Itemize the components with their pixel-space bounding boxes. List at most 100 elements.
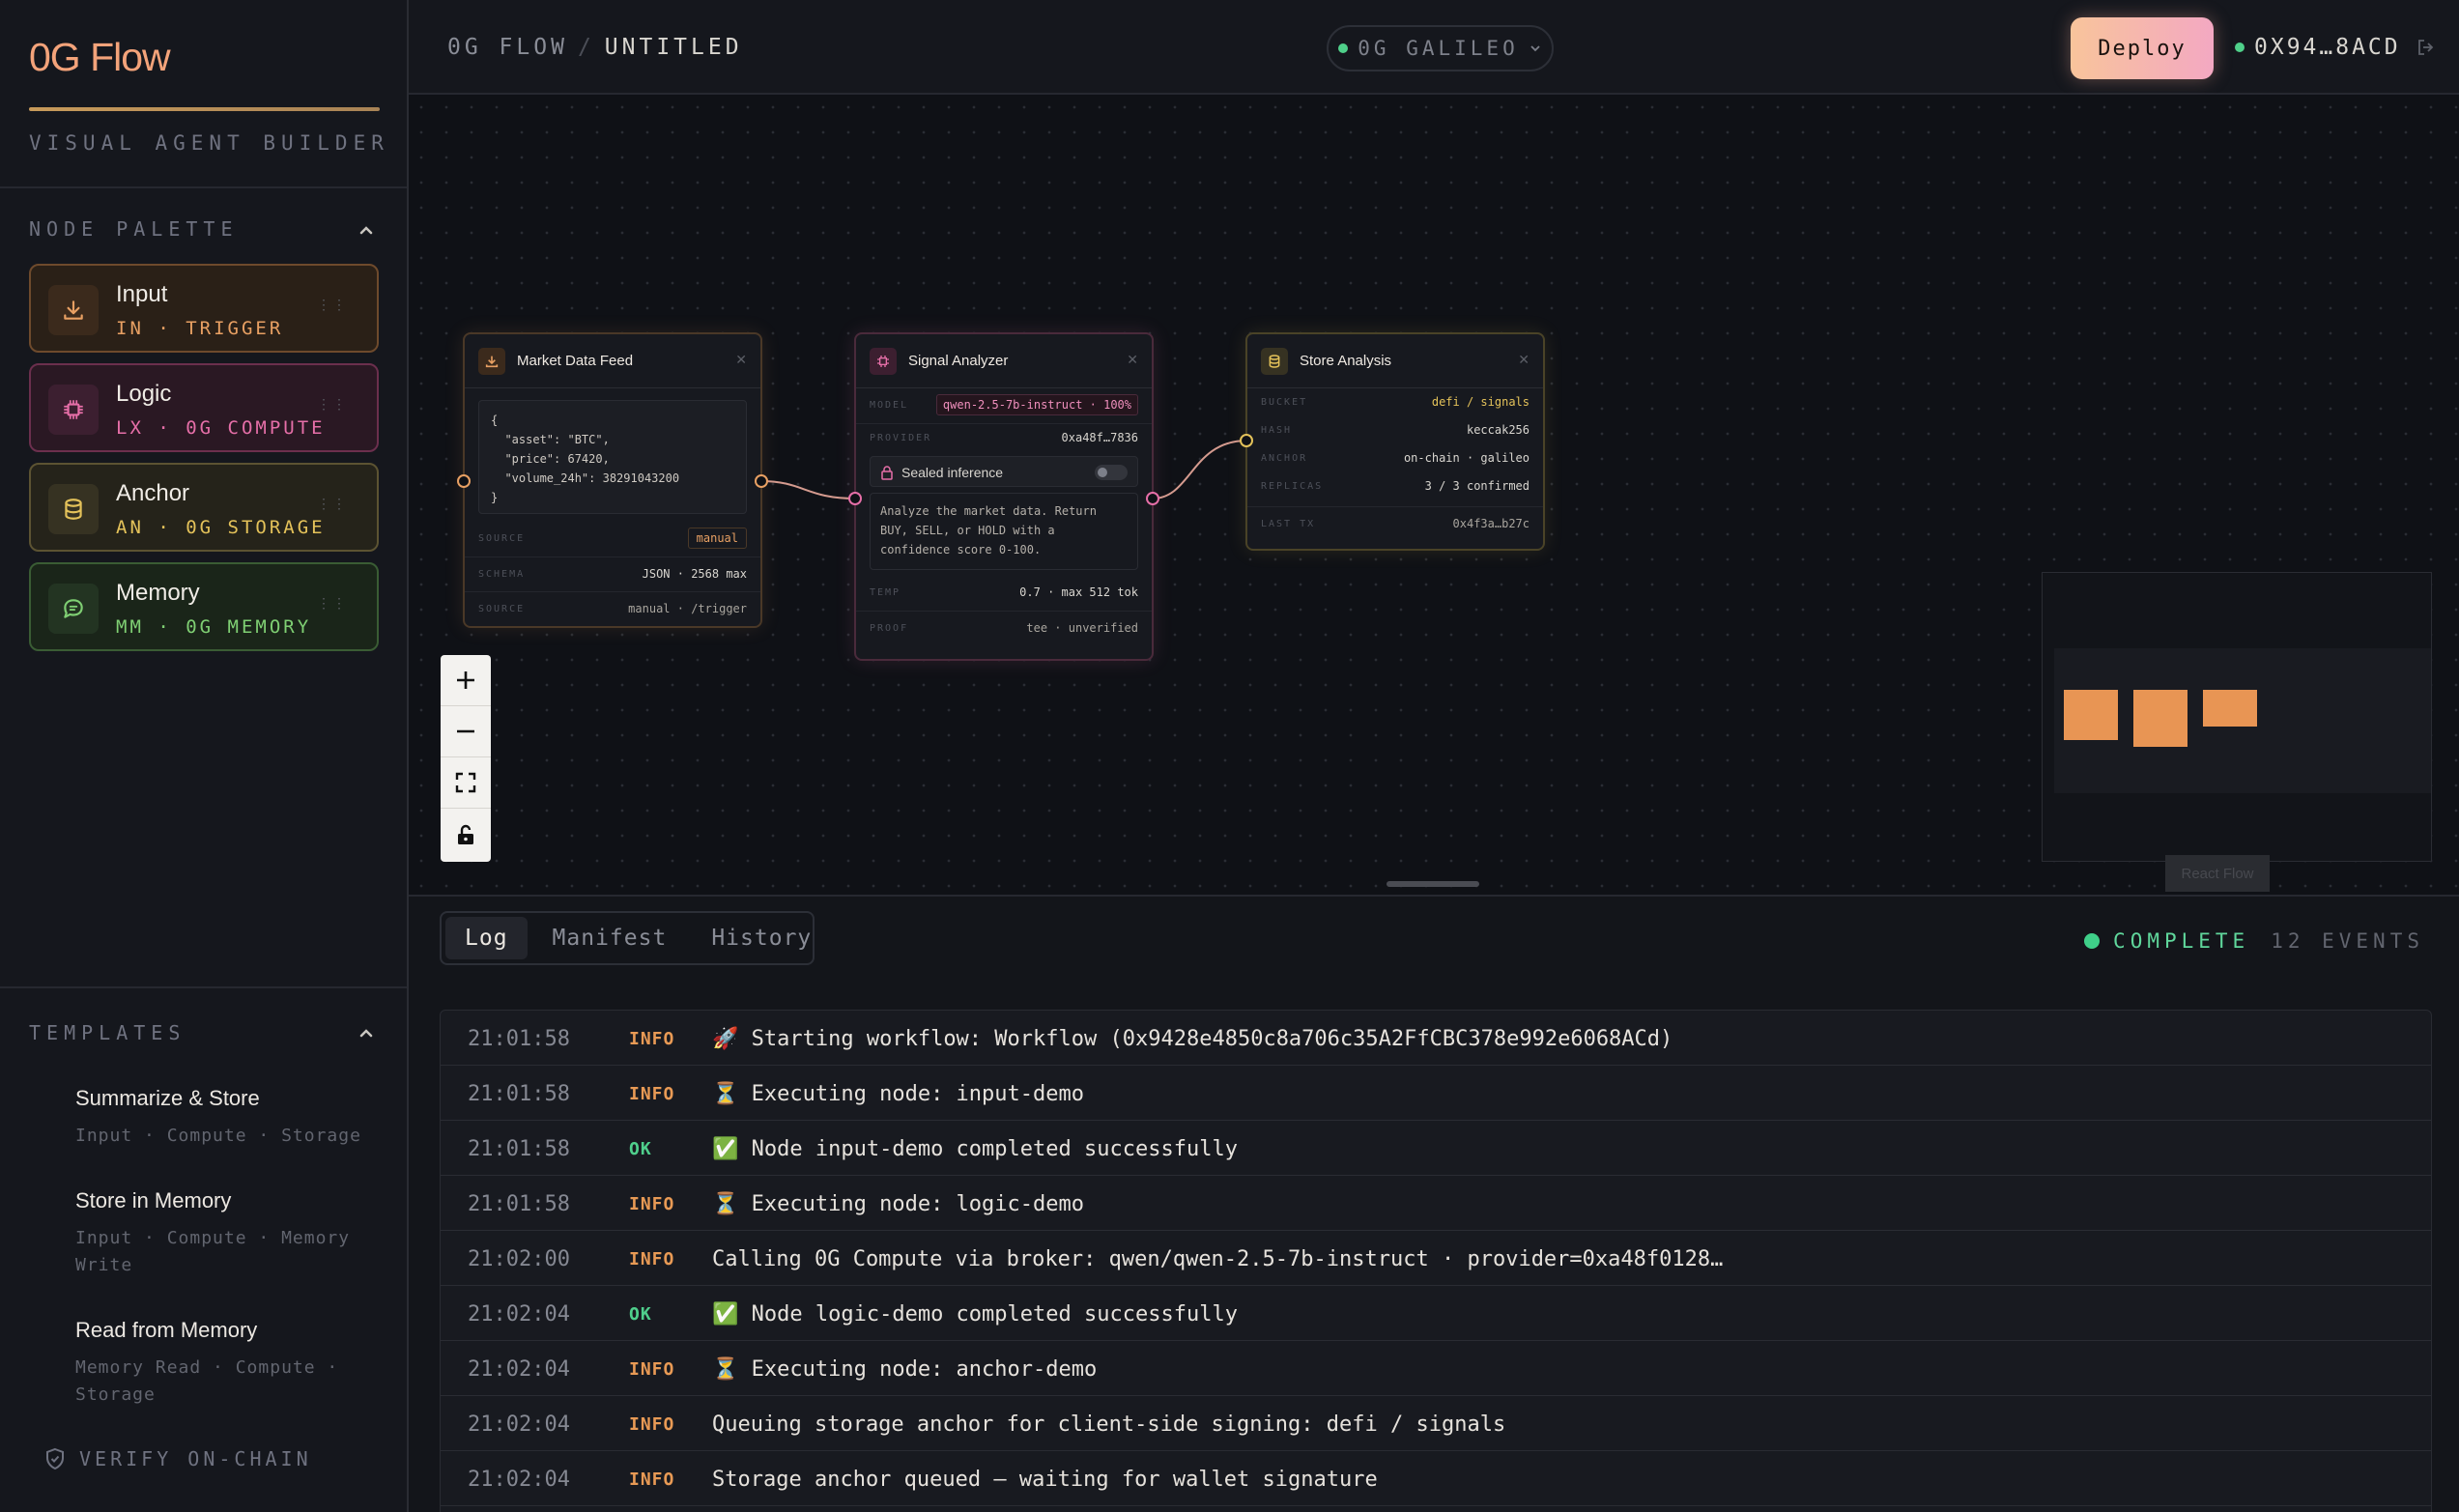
log-row: 21:02:04 INFO Storage anchor queued — wait… [441,1451,2431,1506]
breadcrumb-root[interactable]: 0G FLOW [447,35,568,60]
node-header: Store Analysis ✕ [1247,334,1543,388]
template-subtitle: Memory Read · Compute · Storage [75,1357,339,1405]
replicas-label: REPLICAS [1261,481,1324,492]
brand-logo[interactable]: 0G Flow [29,35,171,80]
lock-button[interactable] [441,809,491,860]
log-message: ✅ Node input-demo completed successfully [712,1137,1238,1161]
chevron-up-icon[interactable] [357,1023,376,1042]
node-store-analysis[interactable]: Store Analysis ✕ BUCKET defi / signals H… [1240,332,1545,551]
node-header: Signal Analyzer ✕ [856,334,1152,388]
log-message: Queuing storage anchor for client-side s… [712,1412,1506,1437]
zoom-controls [441,655,491,862]
close-icon[interactable]: ✕ [735,352,747,368]
log-message: 🚀 Starting workflow: Workflow (0x9428e48… [712,1027,1673,1051]
fit-view-button[interactable] [441,757,491,809]
palette-item-input[interactable]: Input IN · TRIGGER ⋮⋮ [29,264,379,353]
minimap[interactable] [2042,572,2432,862]
json-line: "asset": "BTC", [491,433,610,446]
tab-log[interactable]: Log [445,917,528,959]
palette-item-logic[interactable]: Logic LX · 0G COMPUTE ⋮⋮ [29,363,379,452]
tab-manifest[interactable]: Manifest [533,917,687,959]
palette-item-memory[interactable]: Memory MM · 0G MEMORY ⋮⋮ [29,562,379,651]
input-handle[interactable] [1240,434,1253,447]
tab-history[interactable]: History [692,917,831,959]
palette-item-title: Memory [116,580,200,606]
node-signal-analyzer[interactable]: Signal Analyzer ✕ MODEL qwen-2.5-7b-inst… [848,332,1159,661]
minus-icon [457,729,474,733]
palette-item-title: Anchor [116,480,190,506]
bucket-row: BUCKET defi / signals [1247,388,1543,416]
palette-item-subtitle: LX · 0G COMPUTE [116,417,326,439]
replicas-row: REPLICAS 3 / 3 confirmed [1247,472,1543,500]
log-row: 21:02:04 OK ✅ Node logic-demo completed su… [441,1286,2431,1341]
status-dot [2084,933,2101,949]
output-handle[interactable] [1146,492,1159,505]
temp-row: TEMP 0.7 · max 512 tok [856,576,1152,611]
proof-value: tee · unverified [1026,621,1138,635]
log-row: 21:01:58 INFO ⏳ Executing node: input-demo [441,1066,2431,1121]
log-level: OK [629,1304,652,1325]
flow-canvas[interactable]: Market Data Feed ✕ { "asset": "BTC", "pr… [409,95,2459,895]
input-handle[interactable] [457,474,471,488]
palette-item-anchor[interactable]: Anchor AN · 0G STORAGE ⋮⋮ [29,463,379,552]
breadcrumb-current[interactable]: UNTITLED [605,35,743,60]
log-time: 21:02:04 [468,1302,570,1327]
input-handle[interactable] [848,492,862,505]
last-tx-value[interactable]: 0x4f3a…b27c [1453,517,1530,530]
source-badge[interactable]: manual [687,528,747,549]
node-market-data-feed[interactable]: Market Data Feed ✕ { "asset": "BTC", "pr… [457,332,768,628]
zoom-in-button[interactable] [441,655,491,706]
chat-icon [48,584,99,634]
node-title: Market Data Feed [517,353,634,369]
wallet-address[interactable]: 0X94…8ACD [2235,35,2438,60]
chevron-up-icon[interactable] [357,220,376,240]
template-subtitle: Input · Compute · Storage [75,1126,361,1146]
panel-resize-handle[interactable] [1387,881,1479,887]
sealed-inference-toggle-row[interactable]: Sealed inference [870,456,1138,487]
close-icon[interactable]: ✕ [1518,352,1530,368]
verify-on-chain-link[interactable]: VERIFY ON-CHAIN [44,1447,312,1470]
drag-handle-icon[interactable]: ⋮⋮ [317,397,348,411]
network-selector[interactable]: 0G GALILEO [1327,25,1554,71]
log-level: INFO [629,1469,675,1490]
chip-icon [48,385,99,435]
node-title: Store Analysis [1300,353,1392,369]
log-message: Calling 0G Compute via broker: qwen/qwen… [712,1247,1724,1271]
drag-handle-icon[interactable]: ⋮⋮ [317,596,348,610]
prompt-textarea[interactable]: Analyze the market data. Return BUY, SEL… [870,493,1138,570]
output-handle[interactable] [755,474,768,488]
hash-label: HASH [1261,425,1293,436]
template-store-in-memory[interactable]: Store in Memory Input · Compute · Memory… [75,1188,365,1279]
log-list[interactable]: 21:01:58 INFO 🚀 Starting workflow: Workflo… [440,1010,2432,1512]
drag-handle-icon[interactable]: ⋮⋮ [317,497,348,510]
zoom-out-button[interactable] [441,706,491,757]
event-count: 12 EVENTS [2271,929,2424,953]
provider-value: 0xa48f…7836 [1061,431,1138,444]
divider [0,186,407,188]
log-message: ⏳ Executing node: input-demo [712,1082,1085,1106]
replicas-value: 3 / 3 confirmed [1424,479,1530,493]
log-time: 21:02:04 [468,1412,570,1437]
trigger-label: SOURCE [478,604,526,614]
template-title: Store in Memory [75,1188,232,1212]
breadcrumb: 0G FLOW / UNTITLED [447,35,743,60]
json-line: } [491,491,499,504]
template-read-from-memory[interactable]: Read from Memory Memory Read · Compute ·… [75,1318,365,1409]
trigger-row: SOURCE manual · /trigger [465,591,760,626]
temp-value: 0.7 · max 512 tok [1019,585,1138,599]
template-summarize-store[interactable]: Summarize & Store Input · Compute · Stor… [75,1086,365,1150]
deploy-button[interactable]: Deploy [2071,17,2214,79]
network-label: 0G GALILEO [1358,37,1519,60]
react-flow-attribution[interactable]: React Flow [2165,855,2270,892]
chip-icon [870,348,897,375]
palette-item-title: Logic [116,381,172,407]
sealed-inference-switch[interactable] [1095,465,1128,480]
divider [0,986,407,988]
log-row: 21:01:58 OK ✅ Node input-demo completed su… [441,1121,2431,1176]
model-select[interactable]: qwen-2.5-7b-instruct · 100% [935,394,1138,415]
log-time: 21:01:58 [468,1082,570,1106]
input-json-editor[interactable]: { "asset": "BTC", "price": 67420, "volum… [478,400,747,514]
close-icon[interactable]: ✕ [1127,352,1138,368]
drag-handle-icon[interactable]: ⋮⋮ [317,298,348,311]
logout-icon[interactable] [2416,38,2438,57]
